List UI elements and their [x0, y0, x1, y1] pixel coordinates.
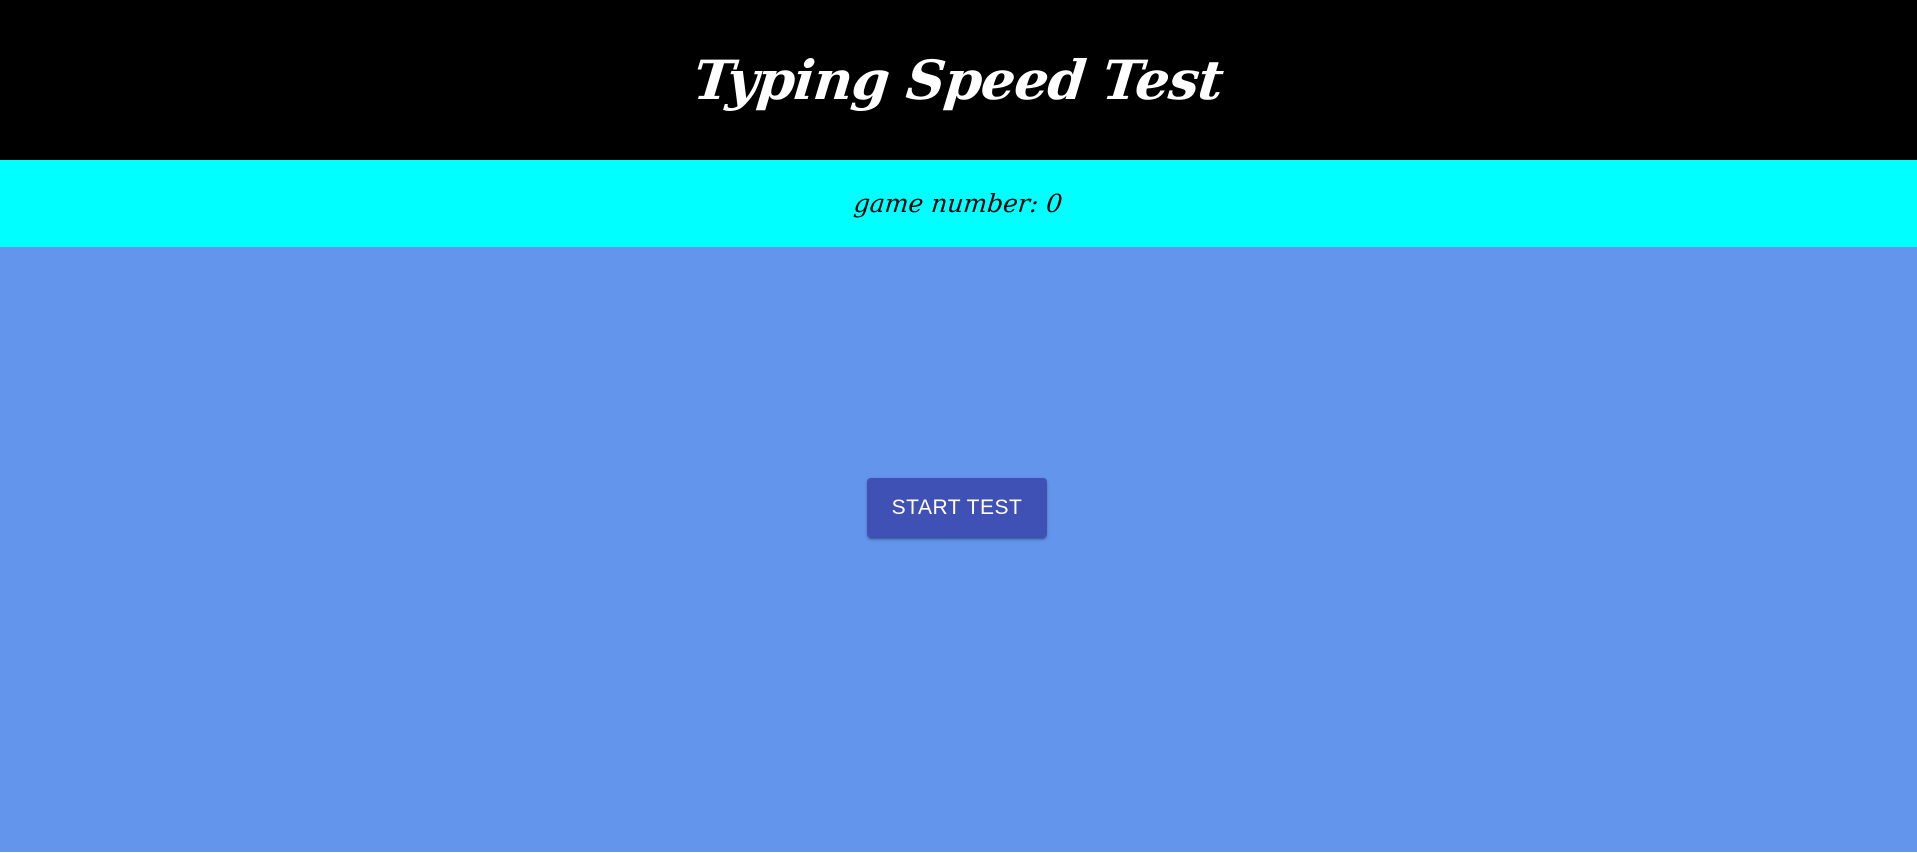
game-number-bar: game number: 0: [0, 160, 1917, 247]
start-test-button[interactable]: START TEST: [867, 478, 1047, 538]
page-title: Typing Speed Test: [690, 48, 1227, 112]
main-area: START TEST: [0, 247, 1917, 852]
game-number-label: game number: 0: [852, 189, 1065, 218]
app-header: Typing Speed Test: [0, 0, 1917, 160]
